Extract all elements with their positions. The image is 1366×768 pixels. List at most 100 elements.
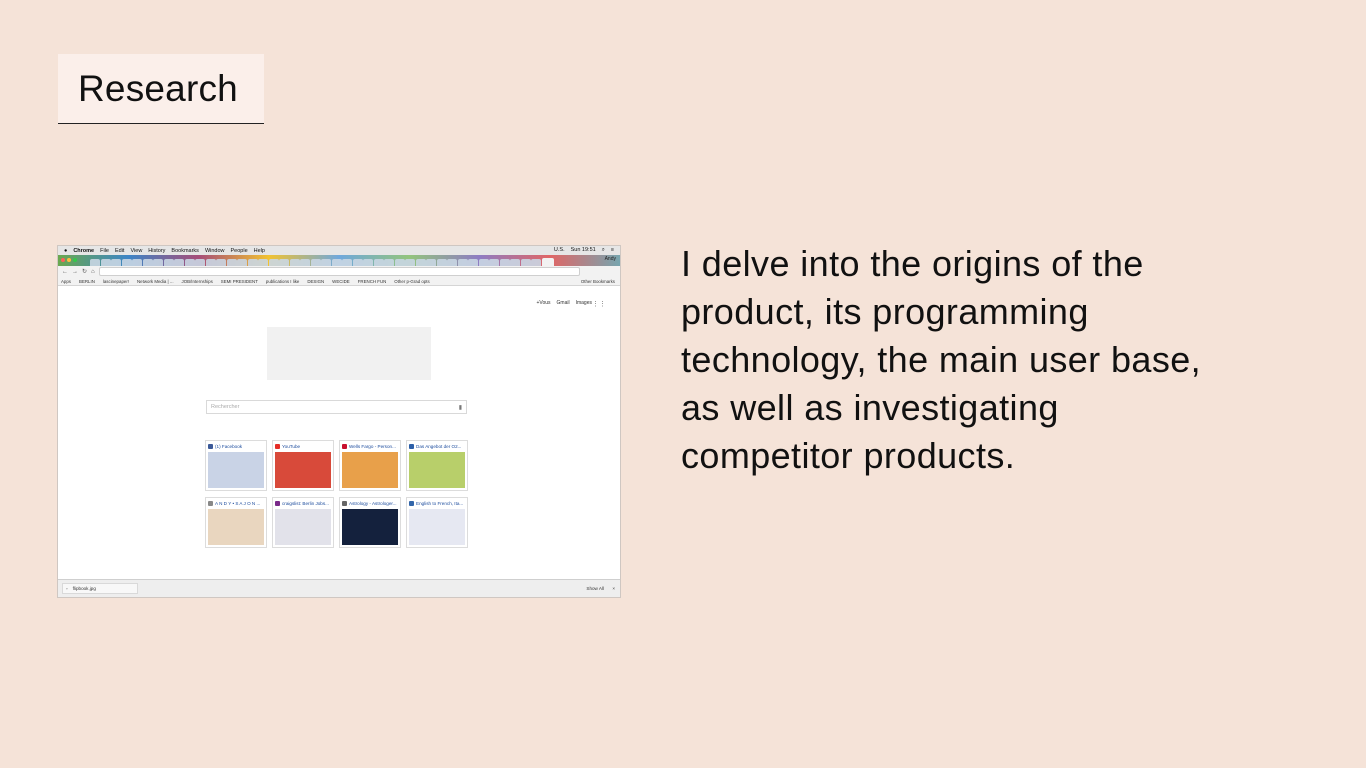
tab — [163, 259, 174, 266]
tab — [279, 259, 289, 266]
tab — [468, 259, 478, 266]
tab — [405, 259, 415, 266]
menu-people: People — [230, 247, 248, 254]
menu-bookmarks: Bookmarks — [171, 247, 199, 254]
microphone-icon: ▮ — [458, 404, 462, 411]
tab — [174, 259, 184, 266]
tab — [436, 259, 447, 266]
tile-header: English to French, Ita... — [407, 498, 467, 508]
tab — [226, 259, 237, 266]
menubar-clock: Sun 19:51 — [570, 247, 596, 253]
tile-thumbnail — [208, 509, 264, 545]
tile-header: A N D Y • S A J O N ... — [206, 498, 266, 508]
apple-icon: ● — [64, 247, 68, 254]
list-icon: ≡ — [610, 247, 614, 253]
favicon-icon — [208, 500, 213, 506]
tab — [321, 259, 331, 266]
tab — [384, 259, 394, 266]
menu-help: Help — [253, 247, 265, 254]
bookmarks-bar: Apps BERLIN lascinepaper! Network Media … — [58, 277, 620, 286]
tab — [289, 259, 300, 266]
tab — [237, 259, 247, 266]
tab — [373, 259, 384, 266]
tile-label: Das Angebot der O2... — [416, 443, 462, 449]
tab — [195, 259, 205, 266]
close-icon — [61, 258, 65, 262]
favicon-icon — [208, 443, 213, 449]
tab — [520, 259, 531, 266]
bookmark-folder: lascinepaper! — [102, 278, 130, 284]
home-icon: ⌂ — [91, 268, 95, 275]
google-logo-placeholder — [267, 327, 431, 380]
locale-indicator: U.S. — [553, 247, 565, 253]
tab — [342, 259, 352, 266]
tile-thumbnail — [342, 509, 398, 545]
favicon-icon — [275, 500, 280, 506]
bookmark-folder: JOB/Internships — [181, 278, 213, 284]
tab-strip: Andy — [58, 255, 620, 266]
tile-header: Wells Fargo - Person... — [340, 441, 400, 451]
description-text: I delve into the origins of the product,… — [681, 243, 1202, 476]
search-icon: ⌕ — [601, 247, 605, 253]
most-visited-tile: Astrology - Astrologer... — [339, 497, 401, 548]
tab — [184, 259, 195, 266]
most-visited-tile: (1) Facebook — [205, 440, 267, 491]
bookmark-folder: DESIGN — [307, 278, 325, 284]
bookmark-folder: SEMI PRESIDENT — [220, 278, 258, 284]
tile-label: English to French, Ita... — [416, 500, 464, 506]
show-all-link: Show All — [586, 586, 604, 591]
menu-edit: Edit — [114, 247, 125, 254]
section-title: Research — [78, 67, 238, 109]
most-visited-tile: YouTube — [272, 440, 334, 491]
tile-header: YouTube — [273, 441, 333, 451]
tab — [300, 259, 310, 266]
tab — [510, 259, 520, 266]
tab — [489, 259, 499, 266]
bookmark-folder: Network Media | ... — [137, 278, 174, 284]
tile-label: YouTube — [282, 443, 301, 449]
most-visited-tile: Wells Fargo - Person... — [339, 440, 401, 491]
tab — [352, 259, 363, 266]
tile-header: Das Angebot der O2... — [407, 441, 467, 451]
tab — [426, 259, 436, 266]
most-visited-tile: craigslist: Berlin Jobs... — [272, 497, 334, 548]
menu-app-name: Chrome — [73, 247, 95, 254]
menu-view: View — [130, 247, 143, 254]
search-placeholder: Rechercher — [211, 404, 240, 410]
tab — [247, 259, 258, 266]
tab — [268, 259, 279, 266]
profile-name: Andy — [604, 256, 616, 262]
close-icon: × — [612, 586, 615, 591]
bookmark-folder: publications I like — [265, 278, 300, 284]
tile-thumbnail — [409, 509, 465, 545]
tab — [111, 259, 121, 266]
tab — [90, 259, 100, 266]
tab — [153, 259, 163, 266]
tab — [258, 259, 268, 266]
link-gmail: Gmail — [556, 300, 570, 306]
bookmark-folder: FRENCH FUN — [357, 278, 387, 284]
menu-window: Window — [204, 247, 225, 254]
apps-grid-icon: ⋮⋮ — [592, 301, 606, 308]
back-icon: ← — [62, 268, 68, 275]
tab — [142, 259, 153, 266]
bookmark-folder: BERLIN — [79, 278, 95, 284]
bookmark-other: Other Bookmarks — [580, 278, 615, 284]
downloads-bar: ▫ flipbook.jpg Show All × — [58, 579, 620, 597]
bookmark-folder: WECIDE — [332, 278, 350, 284]
maximize-icon — [73, 258, 77, 262]
tab — [394, 259, 405, 266]
favicon-icon — [409, 443, 414, 449]
favicon-icon — [409, 500, 414, 506]
menu-history: History — [148, 247, 166, 254]
bookmark-folder: Other p-Grad opts — [394, 278, 430, 284]
most-visited-tile: A N D Y • S A J O N ... — [205, 497, 267, 548]
google-header-links: +Vous Gmail Images — [536, 300, 592, 306]
section-title-box: Research — [58, 54, 264, 124]
tab — [216, 259, 226, 266]
tab — [499, 259, 510, 266]
tile-thumbnail — [275, 509, 331, 545]
bookmark-apps: Apps — [61, 278, 72, 284]
browser-screenshot: ● Chrome File Edit View History Bookmark… — [58, 246, 620, 597]
tile-thumbnail — [275, 452, 331, 488]
